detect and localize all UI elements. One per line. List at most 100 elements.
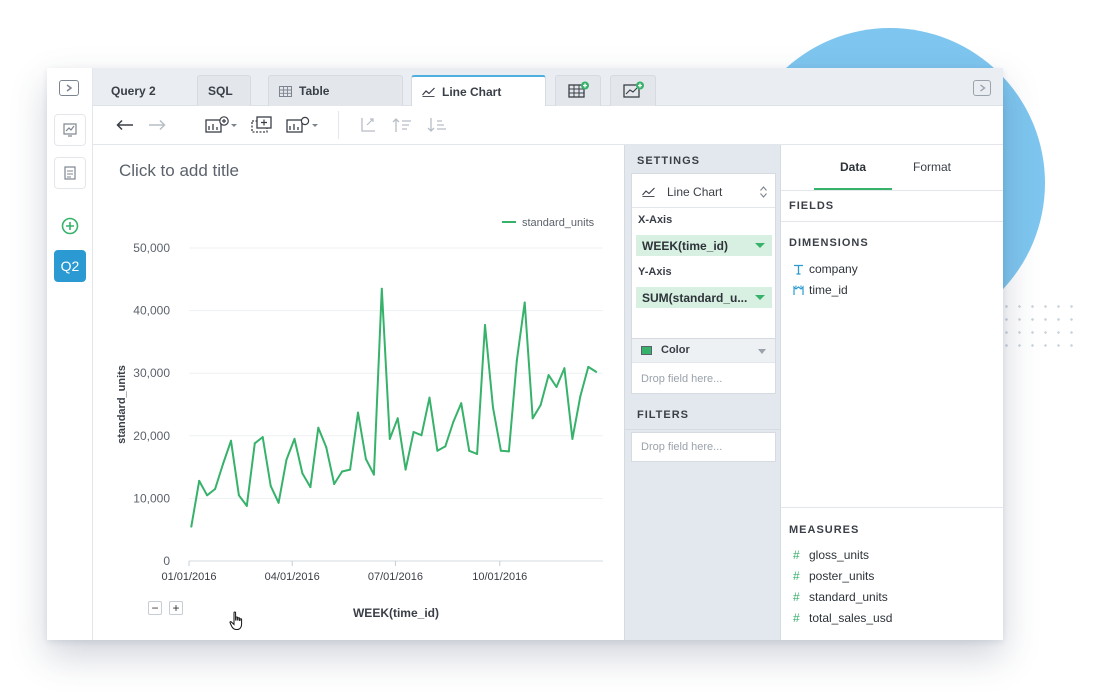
swap-axes-icon[interactable] — [358, 114, 378, 136]
query-2-button[interactable]: Q2 — [54, 250, 86, 282]
divider — [632, 207, 775, 208]
data-point — [444, 445, 447, 448]
data-point — [484, 324, 486, 326]
left-rail: Q2 — [47, 68, 93, 640]
chart-type-select[interactable]: Line Chart — [642, 185, 722, 199]
measure-field-poster-units[interactable]: # poster_units — [793, 569, 874, 583]
add-chart-layer-icon[interactable] — [205, 114, 239, 136]
data-point — [245, 504, 248, 507]
add-table-tab-button[interactable] — [555, 75, 601, 106]
tab-sql-label: SQL — [208, 84, 233, 98]
x-tick-label: 04/01/2016 — [265, 571, 320, 583]
measure-field-gloss-units[interactable]: # gloss_units — [793, 548, 869, 562]
data-point — [214, 488, 217, 490]
data-panel: Data Format FIELDS DIMENSIONS company ti… — [781, 145, 1003, 640]
sort-ascending-icon[interactable] — [391, 114, 415, 136]
add-filter-icon[interactable] — [251, 114, 275, 136]
settings-card: Line Chart X-Axis WEEK(time_id) Y-Axis S… — [631, 173, 776, 342]
tab-format[interactable]: Format — [913, 160, 951, 174]
refresh-chart-icon[interactable] — [286, 114, 320, 136]
chart-canvas: Click to add title 50,000 40,000 30,000 20,… — [93, 145, 624, 640]
data-point — [237, 494, 240, 497]
add-chart-icon — [623, 81, 645, 102]
data-point — [269, 484, 272, 487]
data-point — [595, 370, 598, 373]
color-header[interactable]: Color — [632, 339, 775, 363]
toolbar-divider — [338, 111, 339, 139]
y-axis-label: Y-Axis — [638, 266, 672, 278]
redo-icon[interactable] — [147, 114, 167, 136]
filters-drop-zone[interactable]: Drop field here... — [641, 441, 722, 453]
dimension-field-company[interactable]: company — [793, 262, 858, 276]
table-icon — [279, 85, 292, 97]
chevron-down-icon[interactable] — [758, 349, 766, 354]
chart-library-icon[interactable] — [54, 114, 86, 146]
measure-field-total-sales-usd[interactable]: # total_sales_usd — [793, 611, 892, 625]
chevron-down-icon[interactable] — [755, 243, 765, 248]
data-point — [222, 463, 224, 465]
y-axis-field-pill[interactable]: SUM(standard_u... — [636, 287, 772, 308]
hash-icon: # — [793, 548, 800, 562]
measures-header: MEASURES — [789, 524, 860, 536]
y-tick-label: 30,000 — [133, 366, 170, 380]
x-axis-title: WEEK(time_id) — [353, 606, 439, 620]
data-point — [206, 494, 209, 497]
settings-panel: SETTINGS Line Chart X-Axis WEEK(time_id)… — [624, 145, 781, 640]
chart-type-label: Line Chart — [667, 185, 723, 199]
field-label: total_sales_usd — [809, 611, 893, 625]
data-point — [325, 446, 328, 449]
measure-field-standard-units[interactable]: # standard_units — [793, 590, 888, 604]
collapse-panel-icon[interactable] — [973, 80, 991, 96]
data-point — [571, 437, 574, 440]
data-point — [539, 404, 542, 407]
zoom-out-button[interactable]: − — [148, 601, 162, 615]
add-table-icon — [568, 81, 590, 102]
y-tick-label: 50,000 — [133, 241, 170, 255]
data-point — [357, 411, 359, 414]
legend-label: standard_units — [522, 217, 595, 229]
zoom-in-button[interactable]: + — [169, 601, 183, 615]
data-point — [420, 434, 423, 437]
expand-sidebar-icon[interactable] — [59, 80, 79, 96]
data-point — [531, 417, 534, 420]
data-point — [277, 501, 280, 504]
data-point — [396, 417, 399, 420]
sort-descending-icon[interactable] — [426, 114, 450, 136]
dimensions-header: DIMENSIONS — [789, 237, 869, 249]
line-chart-icon — [642, 187, 655, 197]
dimension-field-time-id[interactable]: time_id — [793, 283, 848, 297]
data-point — [492, 406, 494, 409]
tab-sql[interactable]: SQL — [197, 75, 251, 106]
chevron-down-icon[interactable] — [755, 295, 765, 300]
tab-line-chart-label: Line Chart — [442, 84, 502, 99]
field-label: time_id — [809, 283, 848, 297]
undo-icon[interactable] — [115, 114, 135, 136]
data-point — [563, 367, 566, 370]
line-chart: 50,000 40,000 30,000 20,000 10,000 0 01/01/201… — [116, 217, 603, 620]
fields-header: FIELDS — [789, 200, 835, 212]
color-drop-zone[interactable]: Drop field here... — [641, 373, 722, 385]
tab-line-chart[interactable]: Line Chart — [411, 75, 546, 106]
data-point — [587, 365, 590, 368]
divider — [625, 429, 780, 430]
data-point — [499, 449, 502, 452]
y-tick-label: 20,000 — [133, 429, 170, 443]
data-point — [309, 486, 312, 489]
report-icon[interactable] — [54, 157, 86, 189]
add-chart-tab-button[interactable] — [610, 75, 656, 106]
text-type-icon — [793, 264, 807, 275]
y-axis-title: standard_units — [116, 365, 128, 444]
tab-query-2[interactable]: Query 2 — [101, 75, 191, 106]
background-dots — [1000, 300, 1080, 350]
tab-table[interactable]: Table — [268, 75, 403, 106]
tab-data[interactable]: Data — [840, 160, 866, 174]
add-query-icon[interactable] — [60, 216, 80, 241]
data-point — [293, 437, 296, 440]
series-line-standard_units — [190, 287, 597, 527]
color-card: Color Drop field here... — [631, 338, 776, 394]
y-axis-field: SUM(standard_u... — [642, 290, 748, 305]
data-point — [261, 436, 264, 439]
x-axis-field-pill[interactable]: WEEK(time_id) — [636, 235, 772, 256]
line-chart-icon — [422, 87, 435, 97]
data-point — [230, 439, 232, 442]
